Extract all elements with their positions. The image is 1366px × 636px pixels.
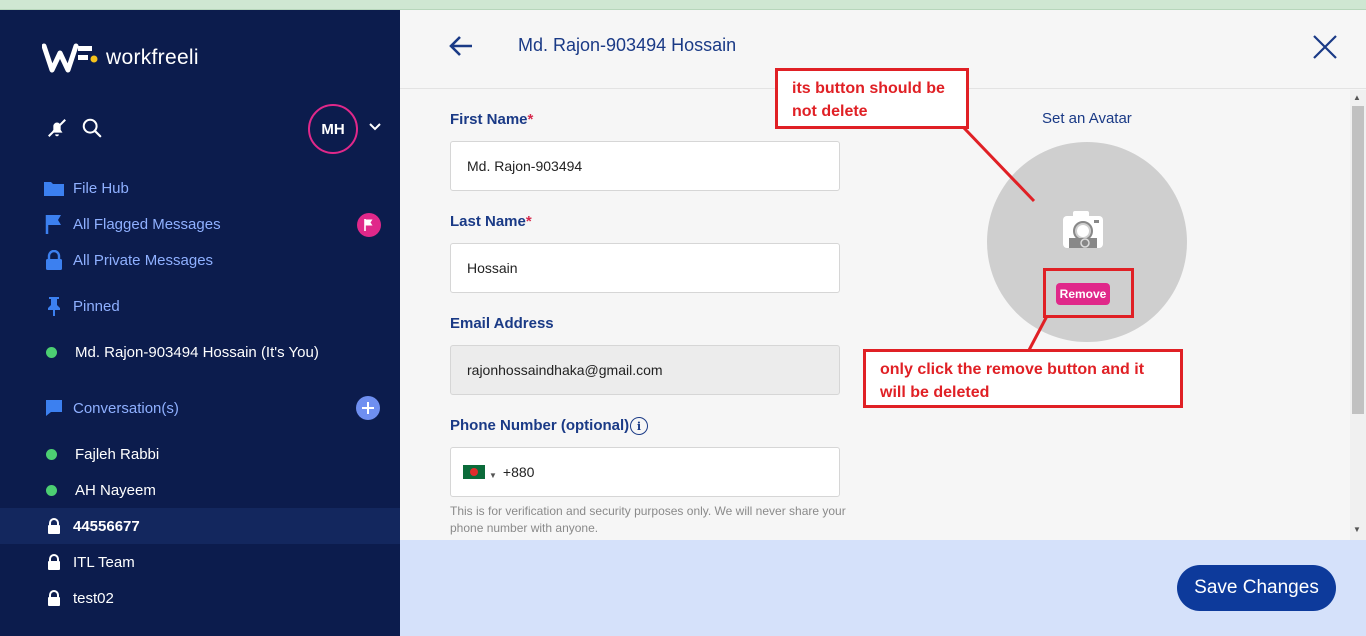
annotation-note-1: its button should be not delete (775, 68, 969, 129)
search-icon[interactable] (79, 115, 105, 141)
sidebar-item-conversations[interactable]: Conversation(s) (44, 395, 400, 421)
avatar-title: Set an Avatar (1042, 110, 1132, 127)
mute-notifications-icon[interactable] (44, 115, 70, 141)
conversation-label: 44556677 (73, 517, 140, 535)
phone-label: Phone Number (optional) (450, 417, 630, 434)
browser-top-strip (0, 0, 1366, 10)
info-icon[interactable]: i (630, 417, 648, 435)
scrollbar-thumb[interactable] (1352, 106, 1364, 414)
profile-avatar[interactable]: MH (308, 104, 358, 154)
sidebar-item-pinned[interactable]: Pinned (44, 293, 400, 319)
flagged-badge[interactable] (357, 213, 381, 237)
close-icon[interactable] (1312, 34, 1338, 60)
sidebar: workfreeli MH File Hub All Flagged Messa… (0, 10, 400, 636)
add-conversation-button[interactable] (356, 396, 380, 420)
conversation-item[interactable]: test02 (44, 585, 400, 611)
phone-number-field[interactable]: ▼ +880 (450, 447, 840, 497)
first-name-input[interactable] (450, 141, 840, 191)
scroll-up-arrow-icon[interactable]: ▲ (1353, 93, 1361, 102)
sidebar-item-file-hub[interactable]: File Hub (44, 175, 400, 201)
lock-icon (44, 250, 64, 270)
online-status-dot (46, 346, 57, 358)
chat-bubble-icon (44, 398, 64, 418)
sidebar-self-user[interactable]: Md. Rajon-903494 Hossain (It's You) (44, 339, 400, 365)
required-mark: * (527, 111, 534, 128)
page-title: Md. Rajon-903494 Hossain (518, 35, 737, 55)
last-name-input[interactable] (450, 243, 840, 293)
annotation-note-2: only click the remove button and it will… (863, 349, 1183, 408)
country-dropdown-icon[interactable]: ▼ (489, 471, 497, 480)
sidebar-item-private-messages[interactable]: All Private Messages (44, 247, 400, 273)
sidebar-item-label: Conversation(s) (73, 399, 179, 417)
plus-icon (362, 402, 374, 414)
sidebar-item-label: All Private Messages (73, 251, 214, 269)
conversation-label: ITL Team (73, 553, 135, 571)
camera-icon[interactable] (1061, 208, 1105, 252)
phone-country-code: +880 (502, 464, 535, 480)
first-name-label: First Name* (450, 111, 533, 128)
email-label: Email Address (450, 315, 554, 332)
sidebar-item-flagged-messages[interactable]: All Flagged Messages (44, 211, 400, 237)
folder-icon (44, 178, 64, 198)
lock-icon (44, 516, 64, 536)
phone-helper-text: This is for verification and security pu… (450, 504, 846, 535)
first-name-label-text: First Name (450, 111, 528, 128)
conversation-item-active[interactable]: 44556677 (44, 513, 400, 539)
online-status-dot (46, 448, 57, 460)
last-name-label: Last Name* (450, 213, 532, 230)
panel-footer: Save Changes (400, 540, 1366, 636)
last-name-label-text: Last Name (450, 213, 526, 230)
sidebar-item-label: All Flagged Messages (73, 215, 221, 233)
email-field (450, 345, 840, 395)
sidebar-item-label: File Hub (73, 179, 129, 197)
save-changes-button[interactable]: Save Changes (1177, 565, 1336, 611)
back-arrow-icon[interactable] (448, 34, 474, 58)
flag-icon (44, 214, 64, 234)
conversation-label: test02 (73, 589, 114, 607)
conversation-label: AH Nayeem (75, 481, 156, 499)
sidebar-item-label: Pinned (73, 297, 120, 315)
workfreeli-logo-icon (42, 43, 98, 73)
remove-button-highlight (1043, 268, 1134, 318)
lock-icon (44, 588, 64, 608)
sidebar-item-label: Md. Rajon-903494 Hossain (It's You) (75, 343, 319, 361)
conversation-label: Fajleh Rabbi (75, 445, 160, 463)
lock-icon (44, 552, 64, 572)
conversation-item[interactable]: ITL Team (44, 549, 400, 575)
bangladesh-flag-icon[interactable] (463, 465, 485, 479)
flag-icon (364, 219, 373, 231)
logo: workfreeli (42, 43, 199, 73)
pin-icon (44, 296, 64, 316)
online-status-dot (46, 484, 57, 496)
app-name: workfreeli (106, 46, 199, 69)
chevron-down-icon[interactable] (368, 122, 382, 132)
conversation-item[interactable]: AH Nayeem (44, 477, 400, 503)
scroll-down-arrow-icon[interactable]: ▼ (1353, 525, 1361, 534)
required-mark: * (525, 213, 532, 230)
conversation-item[interactable]: Fajleh Rabbi (44, 441, 400, 467)
